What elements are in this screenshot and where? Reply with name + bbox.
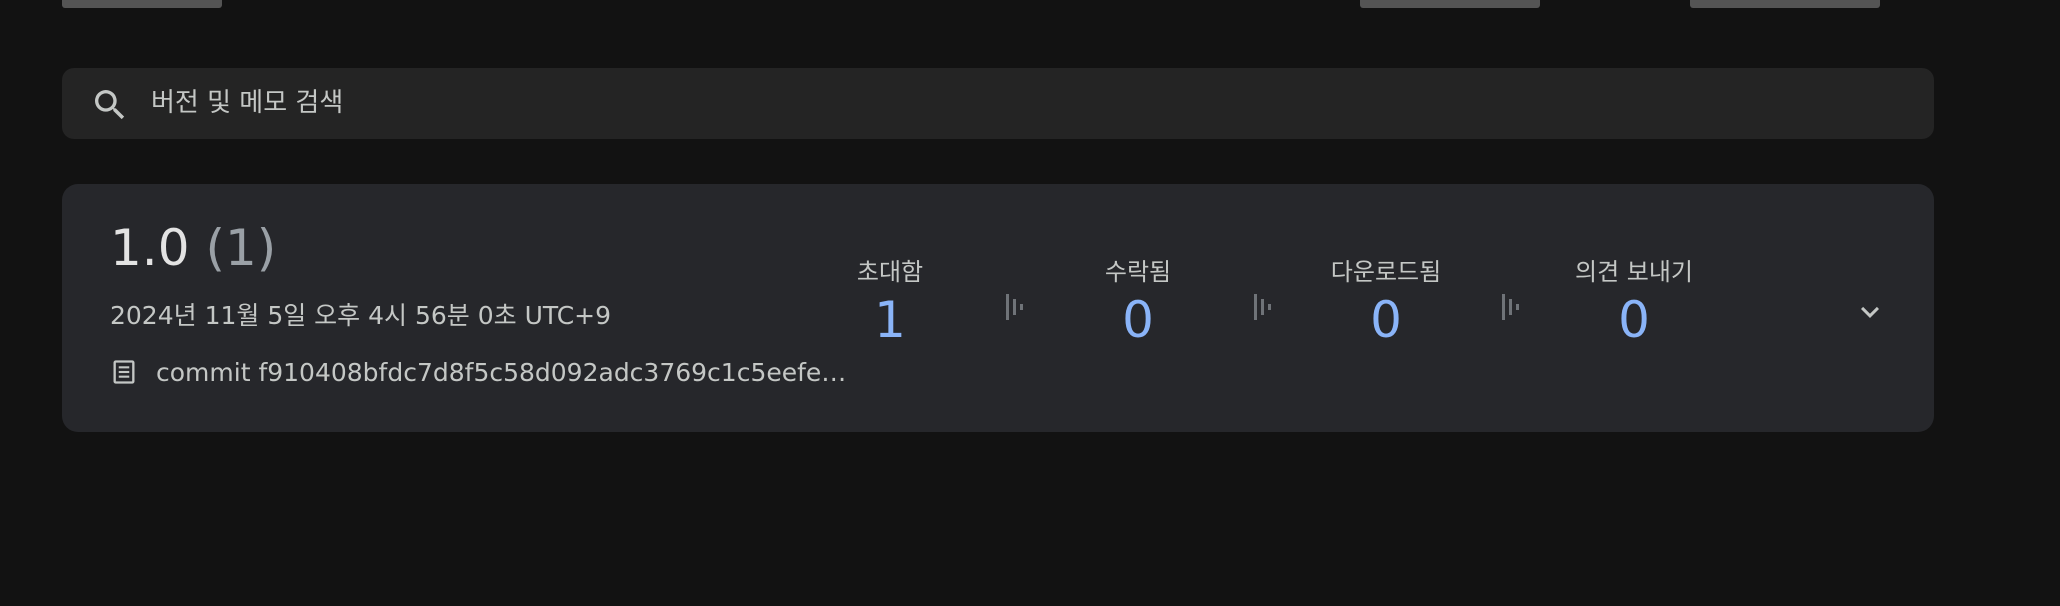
funnel-separator-icon bbox=[1254, 294, 1271, 320]
release-card: 1.0 (1) 2024년 11월 5일 오후 4시 56분 0초 UTC+9 … bbox=[62, 184, 1934, 432]
funnel-separator-icon bbox=[1502, 294, 1519, 320]
top-toolbar-cutoff bbox=[0, 0, 2060, 12]
stat-invited: 초대함 1 bbox=[780, 256, 1000, 348]
release-notes-text: commit f910408bfdc7d8f5c58d092adc3769c1c… bbox=[156, 357, 847, 387]
version-number: 1.0 bbox=[110, 219, 190, 277]
build-number: (1) bbox=[205, 219, 277, 277]
stat-value: 0 bbox=[1618, 291, 1650, 349]
stat-value: 0 bbox=[1122, 291, 1154, 349]
release-date: 2024년 11월 5일 오후 4시 56분 0초 UTC+9 bbox=[110, 301, 612, 330]
search-input[interactable]: 버전 및 메모 검색 bbox=[151, 68, 343, 139]
release-notes[interactable]: commit f910408bfdc7d8f5c58d092adc3769c1c… bbox=[110, 356, 846, 388]
stat-label: 의견 보내기 bbox=[1574, 258, 1694, 286]
funnel-separator-icon bbox=[1006, 294, 1023, 320]
stat-feedback: 의견 보내기 0 bbox=[1524, 256, 1744, 348]
stat-downloaded: 다운로드됨 0 bbox=[1276, 256, 1496, 348]
chevron-down-icon[interactable] bbox=[1852, 294, 1888, 330]
stat-label: 초대함 bbox=[856, 258, 924, 286]
stat-value: 0 bbox=[1370, 291, 1402, 349]
page: 버전 및 메모 검색 1.0 (1) 2024년 11월 5일 오후 4시 56… bbox=[0, 0, 2060, 606]
stat-label: 수락됨 bbox=[1104, 258, 1172, 286]
release-notes-icon bbox=[113, 360, 135, 384]
release-version: 1.0 (1) bbox=[110, 218, 276, 278]
stat-value: 1 bbox=[874, 291, 906, 349]
stat-accepted: 수락됨 0 bbox=[1028, 256, 1248, 348]
stat-label: 다운로드됨 bbox=[1330, 258, 1442, 286]
search-icon bbox=[95, 90, 125, 120]
search-bar[interactable]: 버전 및 메모 검색 bbox=[62, 68, 1934, 139]
